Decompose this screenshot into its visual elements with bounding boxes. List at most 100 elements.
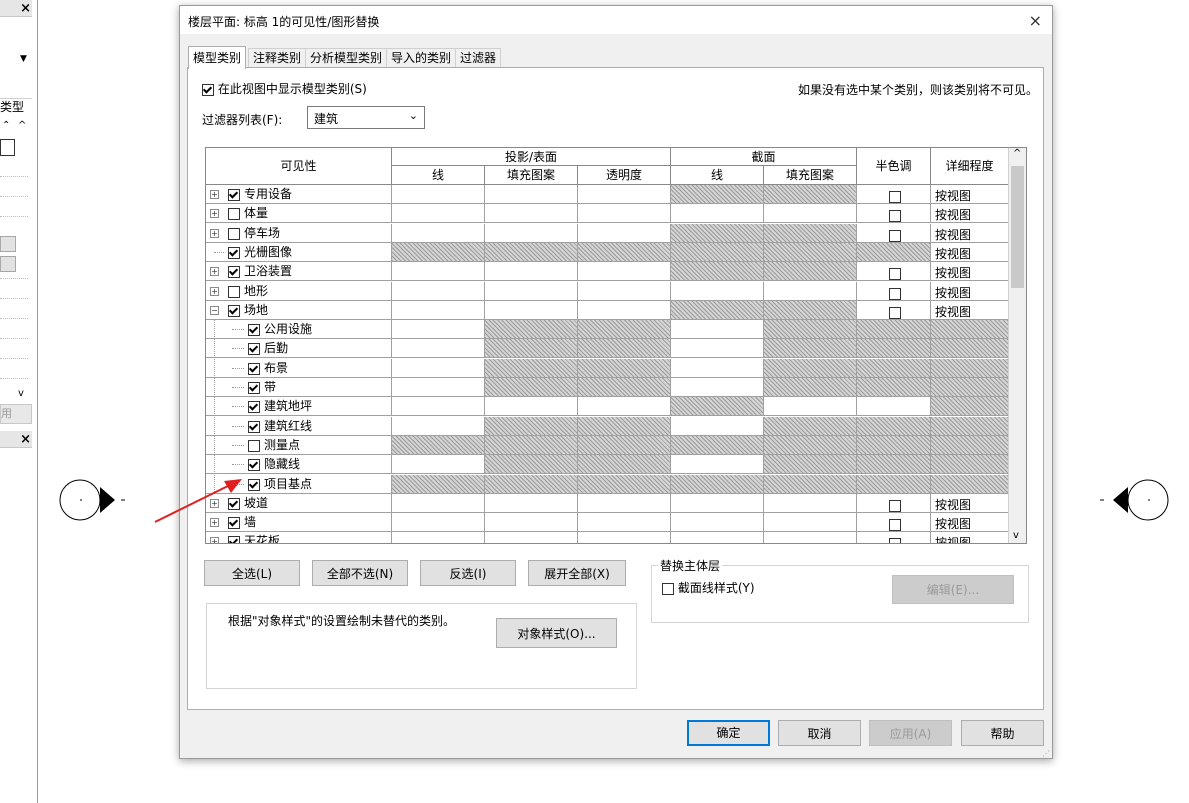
select-none-button[interactable]: 全部不选(N) (312, 560, 408, 586)
scroll-down-icon[interactable]: v (1013, 530, 1019, 541)
scroll-down-icon[interactable]: v (18, 388, 24, 399)
proj-line-cell[interactable] (392, 339, 485, 358)
section-fill-cell[interactable] (764, 397, 857, 416)
select-all-button[interactable]: 全选(L) (204, 560, 300, 586)
tab-annotation-categories[interactable]: 注释类别 (248, 48, 307, 68)
halftone-cell[interactable] (857, 262, 931, 281)
help-button[interactable]: 帮助 (961, 720, 1044, 746)
proj-line-cell[interactable] (392, 204, 485, 223)
category-visibility-checkbox[interactable] (228, 536, 240, 543)
category-visibility-checkbox[interactable] (228, 286, 240, 298)
collapse-icon[interactable]: − (210, 306, 219, 315)
scroll-up-icon[interactable]: ^ (18, 120, 26, 131)
halftone-cell[interactable] (857, 532, 931, 543)
category-visibility-checkbox[interactable] (248, 324, 260, 336)
proj-line-cell[interactable] (392, 494, 485, 513)
proj-fill-cell[interactable] (485, 224, 578, 243)
checkbox[interactable] (662, 582, 674, 595)
expand-all-button[interactable]: 展开全部(X) (528, 560, 626, 586)
category-table[interactable]: 可见性 投影/表面 截面 半色调 详细程度线填充图案 透明度线填充图案 + 专用设备 按视图 +… (205, 147, 1027, 544)
proj-fill-cell[interactable] (485, 282, 578, 301)
tab-filters[interactable]: 过滤器 (455, 48, 502, 68)
category-visibility-checkbox[interactable] (228, 208, 240, 220)
section-fill-cell[interactable] (764, 494, 857, 513)
elevation-marker-right[interactable] (1093, 475, 1173, 525)
expand-icon[interactable]: + (210, 267, 219, 276)
detail-level-cell[interactable]: 按视图 (931, 532, 1009, 543)
tab-imported-categories[interactable]: 导入的类别 (386, 48, 457, 68)
halftone-cell[interactable] (857, 494, 931, 513)
transparency-cell[interactable] (578, 262, 671, 281)
halftone-checkbox[interactable] (889, 499, 901, 512)
proj-fill-cell[interactable] (485, 397, 578, 416)
category-visibility-checkbox[interactable] (228, 247, 240, 259)
detail-level-cell[interactable]: 按视图 (931, 224, 1009, 243)
detail-level-cell[interactable]: 按视图 (931, 282, 1009, 301)
resize-grip-icon[interactable]: ⋰ (1042, 749, 1050, 758)
halftone-cell[interactable] (857, 397, 931, 416)
cut-line-styles-checkbox[interactable]: 截面线样式(Y) (662, 579, 755, 596)
transparency-cell[interactable] (578, 397, 671, 416)
proj-fill-cell[interactable] (485, 185, 578, 204)
proj-line-cell[interactable] (392, 417, 485, 436)
transparency-cell[interactable] (578, 532, 671, 543)
detail-level-cell[interactable]: 按视图 (931, 513, 1009, 532)
collapse-icon[interactable]: ⌃ (2, 120, 10, 131)
apply-button[interactable]: 应用(A) (869, 720, 952, 746)
expand-icon[interactable]: + (210, 209, 219, 218)
expand-icon[interactable]: + (210, 287, 219, 296)
filter-list-dropdown[interactable]: 建筑 ⌄ (307, 106, 425, 129)
section-line-cell[interactable] (671, 339, 764, 358)
invert-selection-button[interactable]: 反选(I) (420, 560, 516, 586)
proj-line-cell[interactable] (392, 224, 485, 243)
proj-fill-cell[interactable] (485, 532, 578, 543)
panel-button[interactable] (0, 256, 16, 272)
expand-icon[interactable]: + (210, 537, 219, 543)
panel-button[interactable] (0, 236, 16, 252)
detail-level-cell[interactable]: 按视图 (931, 301, 1009, 320)
proj-line-cell[interactable] (392, 532, 485, 543)
category-visibility-checkbox[interactable] (248, 440, 260, 452)
panel-close-icon[interactable]: × (20, 1, 31, 16)
halftone-cell[interactable] (857, 301, 931, 320)
tab-analytical-model-categories[interactable]: 分析模型类别 (305, 48, 388, 68)
edit-button[interactable]: 编辑(E)... (892, 575, 1014, 604)
apply-button[interactable]: 用 (0, 404, 32, 424)
transparency-cell[interactable] (578, 204, 671, 223)
section-line-cell[interactable] (671, 204, 764, 223)
halftone-cell[interactable] (857, 185, 931, 204)
halftone-checkbox[interactable] (889, 287, 901, 300)
show-model-categories-checkbox[interactable]: 在此视图中显示模型类别(S) (202, 80, 367, 97)
proj-line-cell[interactable] (392, 282, 485, 301)
panel-close-icon[interactable]: × (20, 432, 31, 447)
category-visibility-checkbox[interactable] (248, 343, 260, 355)
expand-icon[interactable]: + (210, 229, 219, 238)
section-line-cell[interactable] (671, 513, 764, 532)
panel-field[interactable] (0, 139, 15, 156)
category-visibility-checkbox[interactable] (248, 363, 260, 375)
table-row[interactable]: + 卫浴装置 (206, 262, 392, 281)
section-fill-cell[interactable] (764, 282, 857, 301)
transparency-cell[interactable] (578, 494, 671, 513)
halftone-cell[interactable] (857, 204, 931, 223)
transparency-cell[interactable] (578, 282, 671, 301)
table-row[interactable]: 光栅图像 (206, 243, 392, 262)
category-visibility-checkbox[interactable] (248, 421, 260, 433)
proj-fill-cell[interactable] (485, 204, 578, 223)
proj-fill-cell[interactable] (485, 494, 578, 513)
table-row[interactable]: + 天花板 (206, 532, 392, 543)
proj-fill-cell[interactable] (485, 513, 578, 532)
halftone-cell[interactable] (857, 224, 931, 243)
section-line-cell[interactable] (671, 282, 764, 301)
detail-level-cell[interactable]: 按视图 (931, 494, 1009, 513)
transparency-cell[interactable] (578, 224, 671, 243)
type-selector[interactable]: ▼ (0, 20, 32, 99)
section-line-cell[interactable] (671, 455, 764, 474)
table-row[interactable]: + 地形 (206, 282, 392, 301)
proj-line-cell[interactable] (392, 301, 485, 320)
ok-button[interactable]: 确定 (687, 720, 770, 746)
table-row[interactable]: 布景 (206, 359, 392, 378)
section-line-cell[interactable] (671, 359, 764, 378)
expand-icon[interactable]: + (210, 190, 219, 199)
transparency-cell[interactable] (578, 301, 671, 320)
